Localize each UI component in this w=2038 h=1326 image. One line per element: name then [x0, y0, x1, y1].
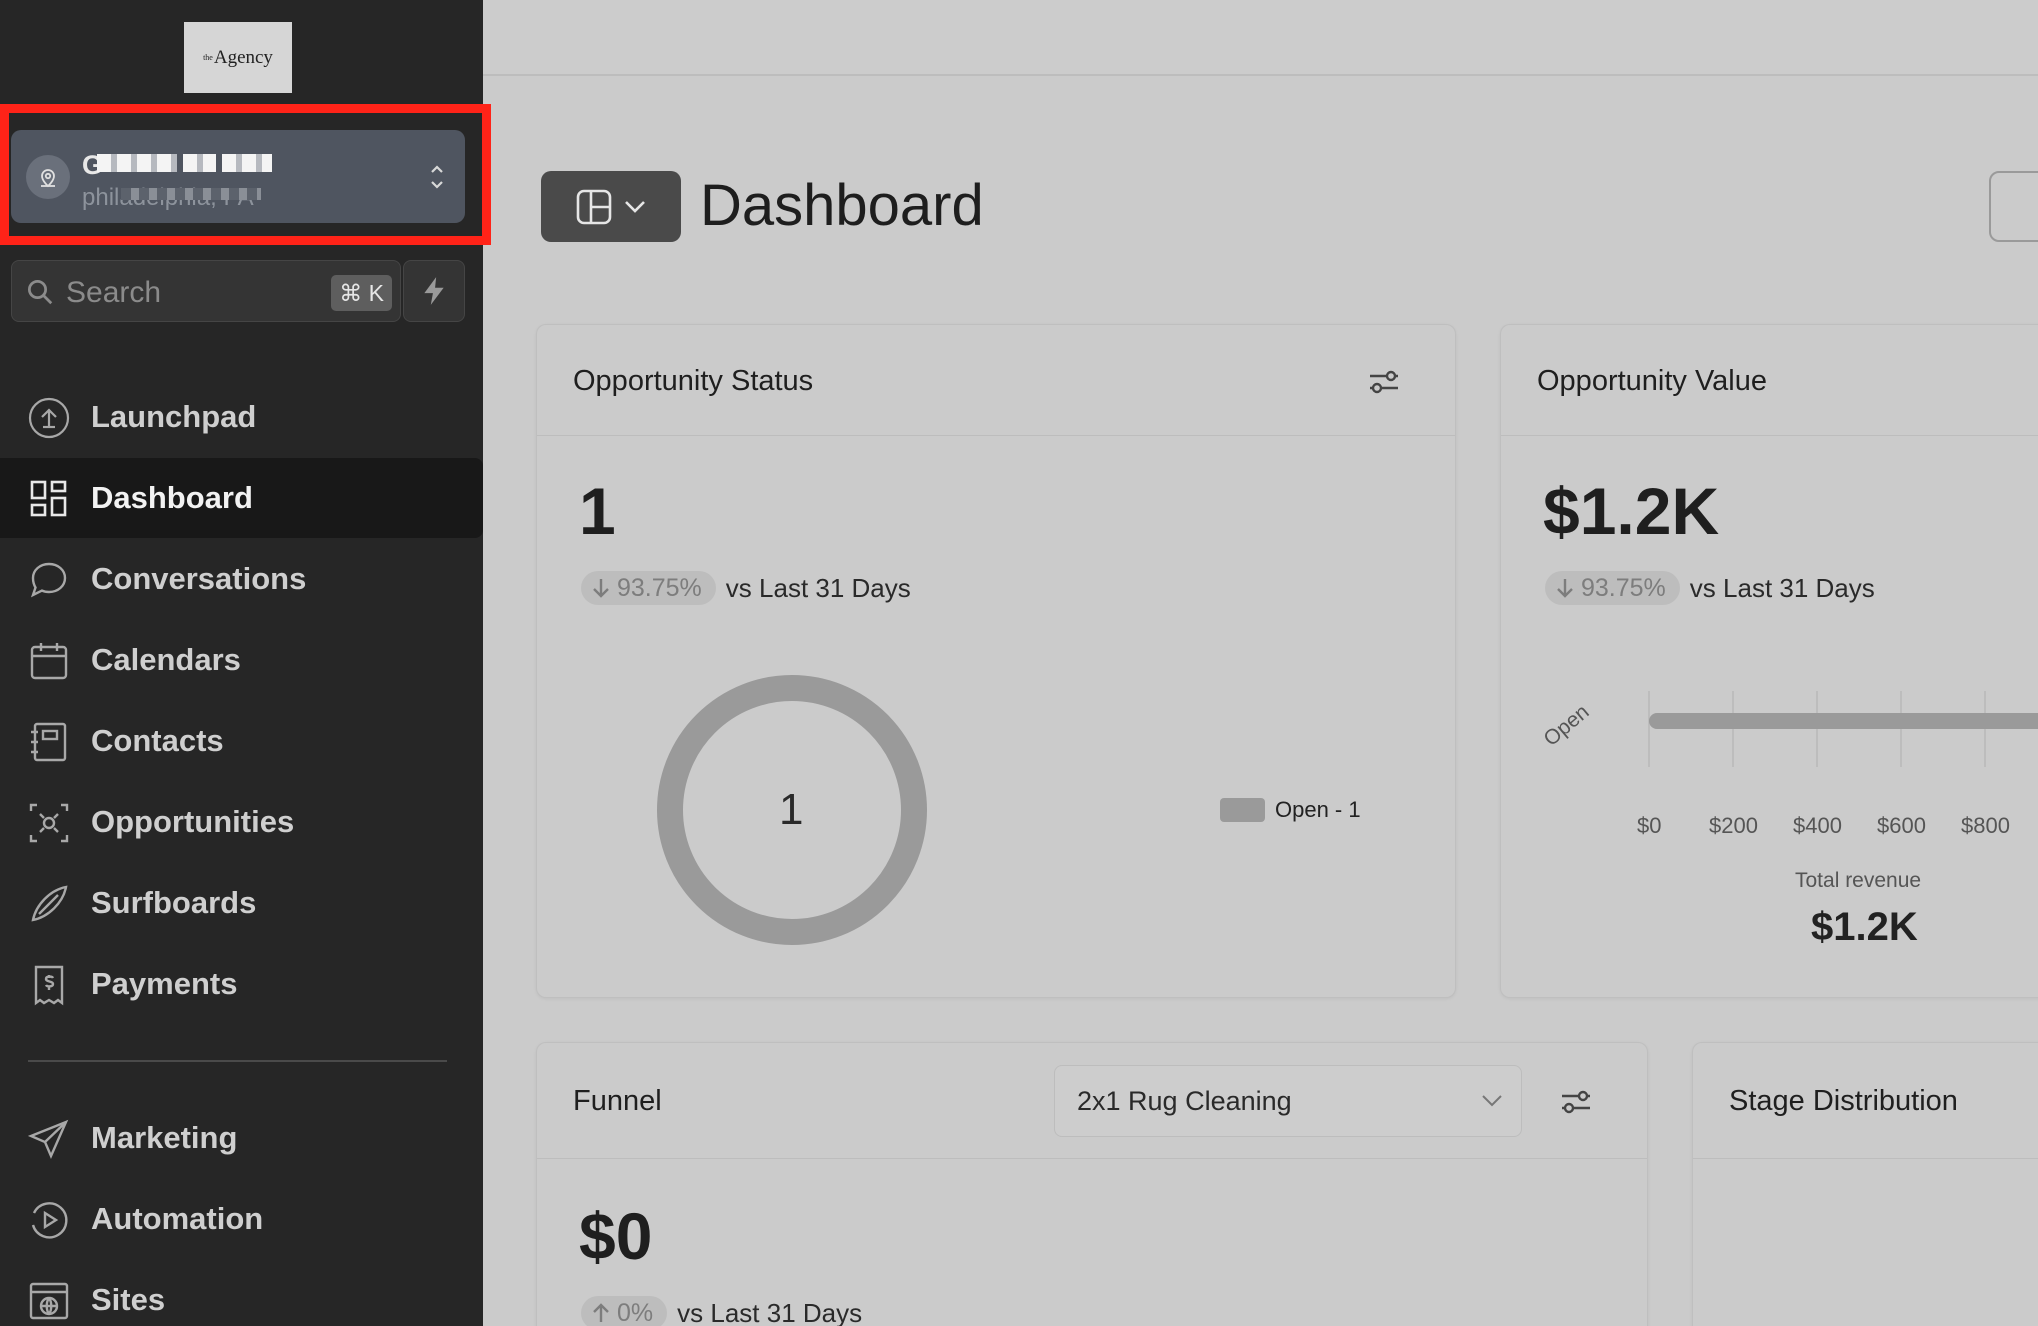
page-title: Dashboard — [700, 173, 984, 238]
card-header: Opportunity Status — [537, 325, 1455, 436]
category-label-open: Open — [1539, 700, 1593, 751]
x-tick-label: $200 — [1709, 813, 1758, 838]
total-revenue-value: $1.2K — [1811, 905, 1918, 949]
location-highlight-frame — [0, 104, 491, 245]
agency-logo[interactable]: the Agency — [184, 22, 292, 93]
opportunity-value: $1.2K — [1543, 474, 1720, 548]
filter-settings-icon[interactable] — [1367, 367, 1401, 397]
compare-label: vs Last 31 Days — [677, 1297, 863, 1326]
delta-row: 93.75% vs Last 31 Days — [1545, 571, 1875, 605]
header-action-button[interactable] — [1989, 171, 2038, 242]
legend-label-open[interactable]: Open - 1 — [1275, 797, 1361, 823]
logo-prefix: the — [203, 53, 213, 62]
x-tick-label: $600 — [1877, 813, 1926, 838]
delta-value: 93.75% — [1581, 573, 1666, 602]
nav-label: Surfboards — [91, 885, 257, 920]
x-tick-label: $400 — [1793, 813, 1842, 838]
delta-value: 93.75% — [617, 573, 702, 602]
opportunities-icon — [29, 803, 69, 843]
chevron-down-icon — [1482, 1095, 1502, 1107]
chevron-down-icon — [625, 200, 645, 213]
funnel-value: $0 — [579, 1199, 653, 1273]
search-placeholder: Search — [66, 276, 162, 309]
nav-label: Opportunities — [91, 804, 295, 839]
delta-badge: 0% — [581, 1296, 668, 1326]
card-header: Stage Distribution — [1693, 1043, 2038, 1159]
nav-label: Payments — [91, 966, 238, 1001]
nav-label: Marketing — [91, 1120, 238, 1155]
surfboard-icon — [31, 885, 68, 922]
nav-label: Automation — [91, 1201, 264, 1236]
compare-label: vs Last 31 Days — [725, 572, 911, 603]
opportunity-count: 1 — [579, 474, 616, 548]
delta-badge: 93.75% — [581, 571, 716, 605]
search-input[interactable]: Search ⌘ K — [11, 260, 401, 322]
arrow-down-icon — [593, 579, 609, 598]
card-title: Stage Distribution — [1729, 1085, 1958, 1117]
lightning-icon — [424, 277, 444, 305]
launchpad-icon — [28, 397, 70, 439]
arrow-down-icon — [1557, 579, 1573, 598]
value-bar-chart: Open — [1539, 691, 2038, 767]
nav-label: Contacts — [91, 723, 224, 758]
pipeline-select[interactable]: 2x1 Rug Cleaning — [1054, 1065, 1522, 1137]
card-title: Opportunity Value — [1537, 365, 1767, 397]
nav-item-launchpad[interactable]: Launchpad — [0, 377, 483, 457]
quick-actions-button[interactable] — [403, 260, 465, 322]
nav-label: Conversations — [91, 561, 307, 596]
nav-item-marketing[interactable]: Marketing — [0, 1098, 483, 1178]
nav-label: Launchpad — [91, 399, 257, 434]
filter-settings-icon[interactable] — [1559, 1087, 1593, 1117]
dashboard-icon — [30, 480, 67, 517]
nav-item-surfboards[interactable]: Surfboards — [0, 863, 483, 943]
legend-swatch-open — [1220, 798, 1265, 822]
opportunity-status-card: Opportunity Status 1 93.75% vs Last 31 D… — [536, 324, 1456, 998]
card-title: Funnel — [573, 1085, 662, 1117]
pipeline-select-value: 2x1 Rug Cleaning — [1077, 1086, 1292, 1116]
chat-bubble-icon — [30, 562, 67, 598]
nav-label: Dashboard — [91, 480, 253, 515]
layout-switcher-button[interactable] — [541, 171, 681, 242]
donut-center-label: 1 — [779, 785, 804, 834]
opportunity-value-card: Opportunity Value $1.2K 93.75% vs Last 3… — [1500, 324, 2038, 998]
top-bar — [483, 0, 2038, 76]
nav-item-dashboard[interactable]: Dashboard — [0, 458, 483, 538]
delta-row: 93.75% vs Last 31 Days — [581, 571, 911, 605]
nav-item-sites[interactable]: Sites — [0, 1260, 483, 1326]
compare-label: vs Last 31 Days — [1689, 572, 1875, 603]
nav-item-opportunities[interactable]: Opportunities — [0, 782, 483, 862]
search-shortcut-badge: ⌘ K — [331, 275, 392, 311]
nav-label: Sites — [91, 1282, 166, 1317]
bar-open[interactable] — [1649, 713, 2038, 729]
send-icon — [28, 1119, 69, 1160]
contacts-icon — [31, 722, 67, 762]
delta-badge: 93.75% — [1545, 571, 1680, 605]
arrow-up-icon — [593, 1303, 609, 1322]
x-tick-label: $800 — [1961, 813, 2010, 838]
calendar-icon — [30, 643, 68, 680]
nav-item-payments[interactable]: Payments — [0, 944, 483, 1024]
delta-row: 0% vs Last 31 Days — [581, 1296, 862, 1326]
automation-icon — [31, 1202, 68, 1239]
nav-item-conversations[interactable]: Conversations — [0, 539, 483, 619]
logo-name: Agency — [213, 46, 273, 68]
sidebar: theAgency G philadelphia, PA Search ⌘ K — [0, 0, 491, 1326]
card-header: Opportunity Value — [1501, 325, 2038, 436]
nav-label: Calendars — [91, 642, 241, 677]
delta-value: 0% — [617, 1298, 654, 1326]
nav-item-calendars[interactable]: Calendars — [0, 620, 483, 700]
nav-divider — [28, 1060, 447, 1062]
sites-icon — [29, 1282, 69, 1320]
card-title: Opportunity Status — [573, 365, 814, 397]
layout-icon — [576, 189, 612, 224]
stage-distribution-card: Stage Distribution — [1692, 1042, 2038, 1326]
search-icon — [28, 280, 53, 305]
nav-item-contacts[interactable]: Contacts — [0, 701, 483, 781]
total-revenue-label: Total revenue — [1795, 869, 1922, 892]
x-tick-label: $0 — [1637, 813, 1662, 838]
payments-icon — [34, 965, 64, 1006]
nav-item-automation[interactable]: Automation — [0, 1179, 483, 1259]
